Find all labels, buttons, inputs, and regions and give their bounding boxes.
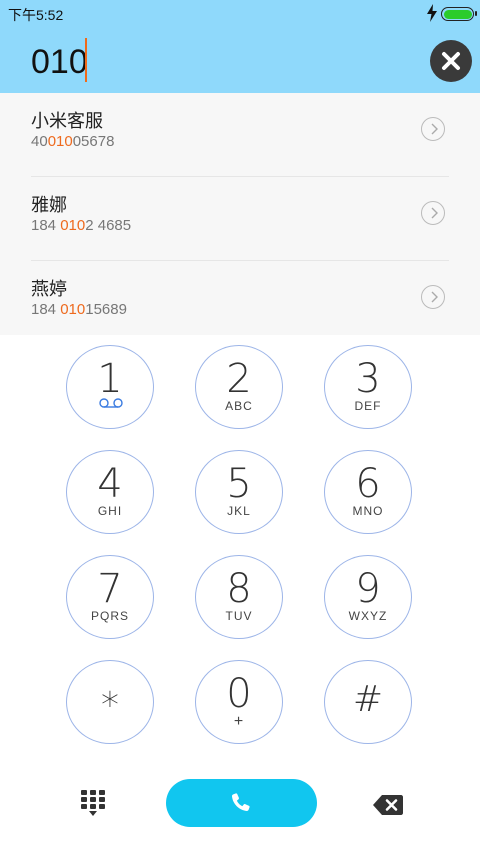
key-7[interactable]: 7 PQRS — [66, 555, 154, 639]
voicemail-icon — [99, 398, 123, 408]
contact-results-list: 小米客服 4001005678 雅娜 184 0102 4685 燕婷 184 … — [0, 93, 480, 335]
contact-detail-button[interactable] — [421, 285, 445, 309]
status-bar: 下午5:52 — [0, 0, 480, 28]
key-8[interactable]: 8 TUV — [195, 555, 283, 639]
call-button[interactable] — [166, 779, 317, 827]
battery-icon — [441, 7, 477, 21]
status-time: 下午5:52 — [8, 7, 64, 23]
contact-name: 燕婷 — [31, 279, 67, 300]
key-3[interactable]: 3 DEF — [324, 345, 412, 429]
phone-icon — [231, 793, 250, 812]
list-item[interactable]: 雅娜 184 0102 4685 — [0, 177, 480, 261]
key-0[interactable]: 0 + — [195, 660, 283, 744]
chevron-right-icon — [431, 291, 438, 303]
contact-detail-button[interactable] — [421, 117, 445, 141]
key-2[interactable]: 2 ABC — [195, 345, 283, 429]
dialpad-icon[interactable] — [80, 789, 106, 817]
key-5[interactable]: 5 JKL — [195, 450, 283, 534]
contact-name: 雅娜 — [31, 195, 67, 216]
dialer-header: 下午5:52 010 — [0, 0, 480, 93]
chevron-right-icon — [431, 207, 438, 219]
key-hash[interactable]: # — [324, 660, 412, 744]
list-item[interactable]: 小米客服 4001005678 — [0, 93, 480, 177]
contact-number: 4001005678 — [31, 133, 115, 150]
key-9[interactable]: 9 WXYZ — [324, 555, 412, 639]
key-6[interactable]: 6 MNO — [324, 450, 412, 534]
key-1[interactable]: 1 — [66, 345, 154, 429]
charging-icon — [427, 4, 437, 22]
clear-input-button[interactable] — [430, 40, 472, 82]
battery-fill — [443, 9, 472, 19]
list-item[interactable]: 燕婷 184 01015689 — [0, 261, 480, 345]
dial-input[interactable]: 010 — [31, 40, 88, 84]
contact-number: 184 01015689 — [31, 301, 127, 318]
key-star[interactable]: * — [66, 660, 154, 744]
backspace-icon[interactable] — [372, 793, 404, 817]
contact-name: 小米客服 — [31, 111, 103, 132]
contact-number: 184 0102 4685 — [31, 217, 132, 234]
text-caret — [85, 38, 87, 82]
contact-detail-button[interactable] — [421, 201, 445, 225]
chevron-right-icon — [431, 123, 438, 135]
close-icon — [442, 52, 460, 70]
key-4[interactable]: 4 GHI — [66, 450, 154, 534]
